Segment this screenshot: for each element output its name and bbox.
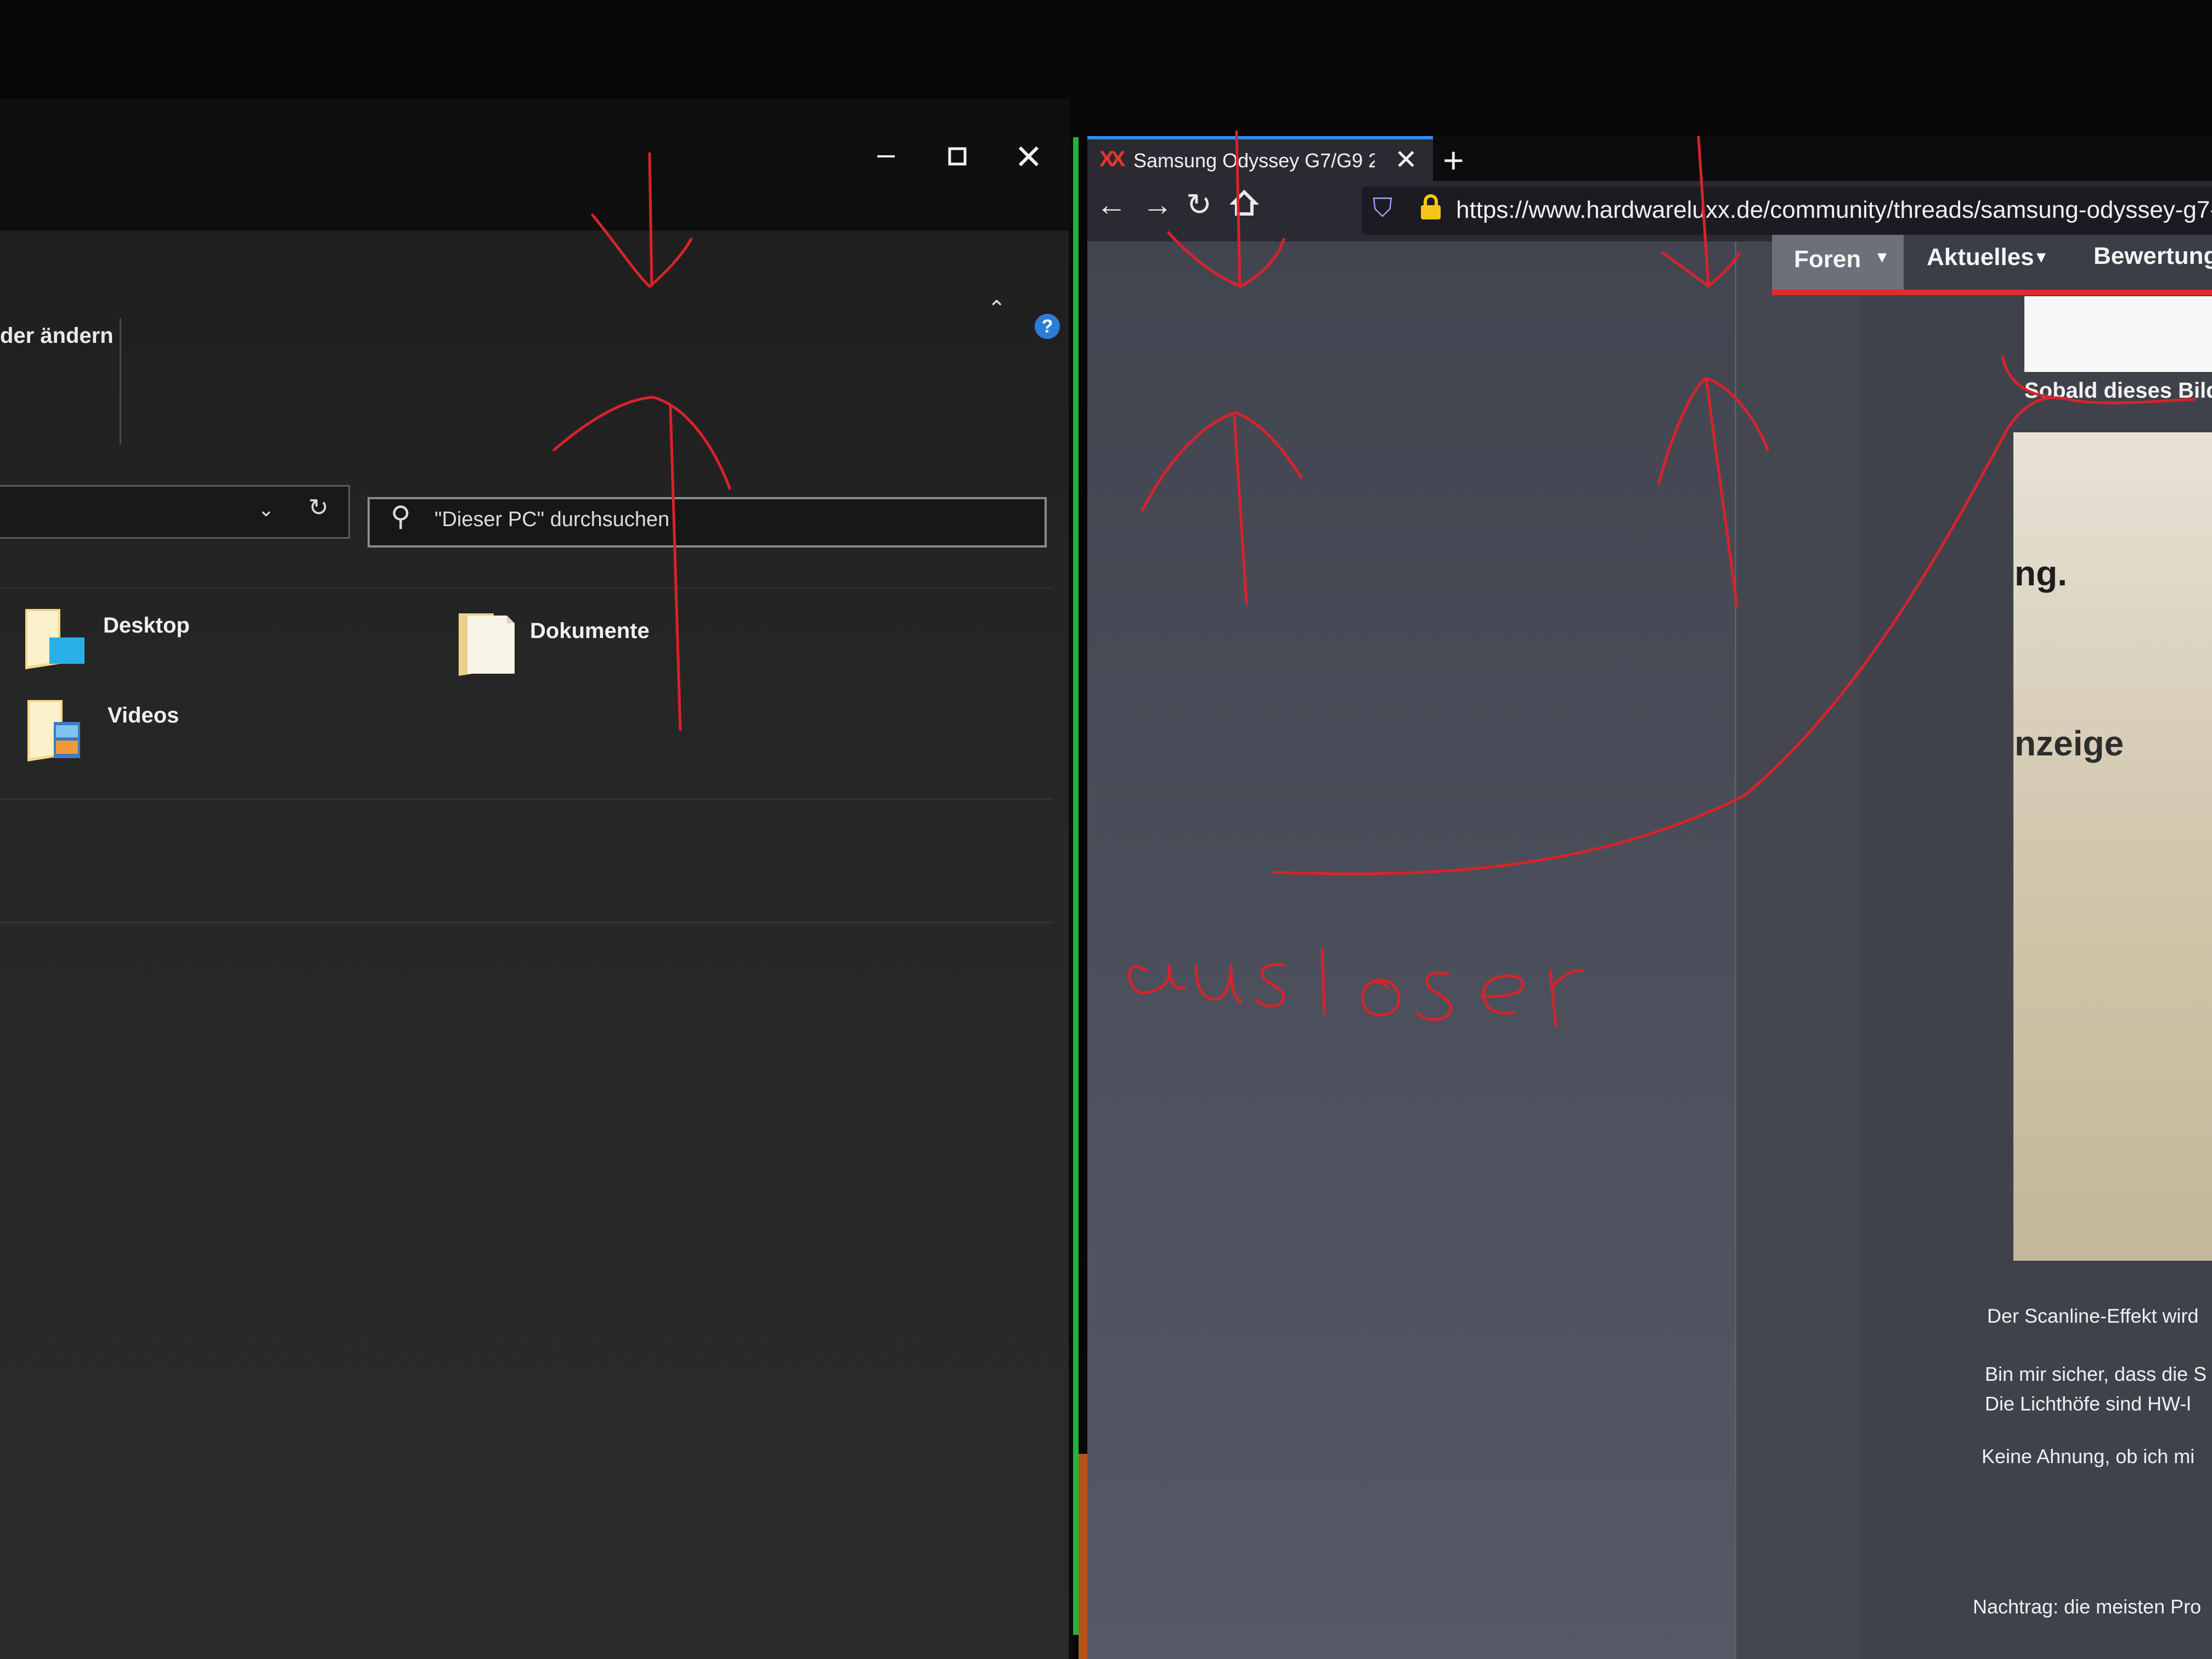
post-caption: Sobald dieses Bild: [2024, 379, 2212, 403]
search-input[interactable]: [433, 504, 984, 535]
post-text-line: Die Lichthöfe sind HW-l: [1985, 1392, 2191, 1415]
refresh-icon[interactable]: ↻: [308, 494, 329, 522]
ribbon-collapse-icon[interactable]: ⌃: [988, 296, 1006, 321]
home-icon[interactable]: [1229, 189, 1260, 220]
chevron-down-icon[interactable]: ⌄: [258, 498, 274, 521]
minimize-icon: [877, 155, 895, 157]
post-text-line: Der Scanline-Effekt wird: [1987, 1305, 2199, 1327]
file-explorer-window: ⌃ ? der ändern ⌄ ↻ ⚲ Desktop Dokumente: [0, 99, 1070, 1659]
post-image-text: ng.: [2015, 554, 2067, 593]
maximize-button[interactable]: [927, 126, 988, 187]
site-nav-item-bewertung[interactable]: Bewertung: [2094, 242, 2212, 270]
folder-label: Videos: [108, 703, 179, 727]
post-text-line: Bin mir sicher, dass die S: [1985, 1363, 2207, 1385]
new-tab-button[interactable]: +: [1443, 139, 1464, 181]
help-icon[interactable]: ?: [1035, 314, 1060, 339]
search-icon: ⚲: [391, 501, 411, 532]
section-divider: [0, 798, 1053, 800]
lock-icon[interactable]: [1419, 194, 1443, 226]
close-button[interactable]: [998, 126, 1059, 187]
window-border-accent: [1073, 137, 1079, 1635]
forward-icon[interactable]: →: [1142, 187, 1173, 222]
page-background: [1087, 241, 1735, 1659]
section-divider: [0, 922, 1053, 923]
ribbon-button-label[interactable]: der ändern: [0, 324, 114, 348]
section-divider: [0, 587, 1053, 589]
ribbon-divider: [120, 318, 121, 444]
videos-folder-icon: [27, 700, 80, 761]
minimize-button[interactable]: [856, 126, 916, 187]
folder-label: Dokumente: [530, 619, 650, 643]
window-border-accent: [1079, 1454, 1087, 1659]
close-icon: [1018, 146, 1039, 167]
post-header-box: [2024, 296, 2212, 372]
post-image-text: nzeige: [2015, 724, 2124, 763]
desktop-folder-icon: [25, 609, 84, 669]
address-bar[interactable]: [0, 485, 350, 539]
browser-window: XX Samsung Odyssey G7/G9 240hz ✕ + ← → ↻…: [1087, 136, 2212, 1659]
page-sidebar-gutter: [1735, 241, 1879, 1659]
hardwareluxx-logo-icon: XX: [1099, 147, 1125, 171]
folder-videos[interactable]: [24, 695, 90, 769]
maximize-icon: [948, 147, 967, 166]
site-nav-label: Foren: [1794, 246, 1861, 273]
documents-folder-icon: [459, 613, 515, 676]
folder-label: Desktop: [103, 613, 190, 637]
post-text-line: Keine Ahnung, ob ich mi: [1982, 1445, 2195, 1468]
folder-documents[interactable]: [454, 609, 520, 683]
caret-down-icon[interactable]: ▾: [2036, 246, 2046, 268]
close-tab-icon[interactable]: ✕: [1395, 144, 1418, 176]
window-border: [1069, 137, 1073, 1659]
tab-title: Samsung Odyssey G7/G9 240hz: [1133, 149, 1375, 172]
back-icon[interactable]: ←: [1096, 187, 1127, 222]
url-text[interactable]: https://www.hardwareluxx.de/community/th…: [1456, 196, 2212, 224]
caret-down-icon[interactable]: ▾: [1877, 246, 1887, 268]
post-text-line: Nachtrag: die meisten Pro: [1973, 1595, 2202, 1618]
reload-icon[interactable]: ↻: [1186, 187, 1212, 223]
site-nav-item-aktuelles[interactable]: Aktuelles: [1927, 244, 2034, 271]
folder-desktop[interactable]: [22, 603, 88, 678]
tracking-shield-icon[interactable]: ⛉: [1373, 193, 1392, 224]
